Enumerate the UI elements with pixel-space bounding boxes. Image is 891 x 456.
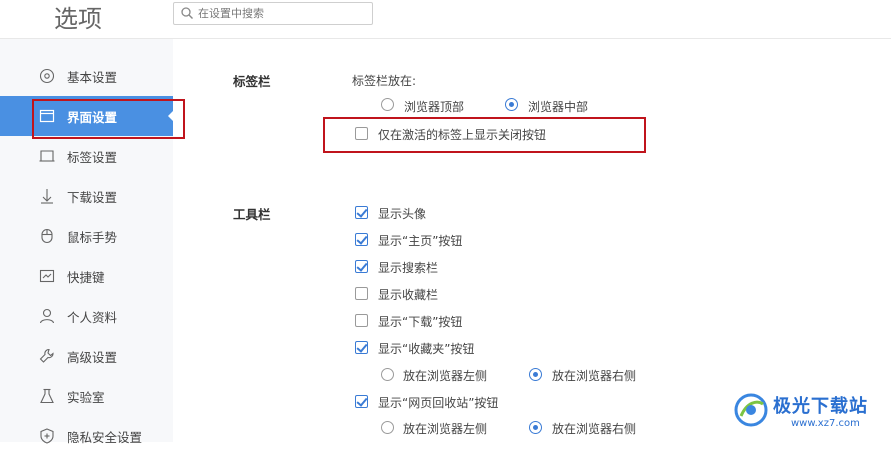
radio-tabbar-top[interactable] (381, 98, 394, 111)
checkbox-show-avatar[interactable] (355, 206, 368, 219)
checkbox-show-bookmarks-bar[interactable] (355, 287, 368, 300)
sidebar-item-label: 鼠标手势 (67, 230, 118, 245)
checkbox-label: 显示头像 (378, 207, 427, 221)
sidebar-item-label: 标签设置 (67, 150, 118, 165)
section-title-toolbar: 工具栏 (233, 207, 271, 222)
checkbox-close-button-active-only[interactable] (355, 127, 368, 140)
radio-favorites-right[interactable] (529, 368, 542, 381)
checkbox-label: 显示搜索栏 (378, 261, 439, 275)
highlight-box-sidebar (32, 99, 185, 139)
checkbox-show-favorites[interactable] (355, 341, 368, 354)
user-icon (39, 308, 55, 324)
aurora-logo-icon (734, 393, 768, 427)
wrench-icon (39, 348, 54, 363)
sidebar-item-label: 个人资料 (67, 310, 118, 325)
radio-label: 放在浏览器右侧 (552, 369, 637, 383)
section-title-tabbar: 标签栏 (233, 74, 271, 89)
sidebar-item-lab[interactable]: 实验室 (0, 376, 173, 416)
sidebar-item-label: 高级设置 (67, 350, 118, 365)
checkbox-label: 显示收藏栏 (378, 288, 439, 302)
shield-plus-icon (40, 428, 54, 444)
sidebar-item-tabs[interactable]: 标签设置 (0, 136, 173, 176)
mouse-icon (41, 228, 53, 244)
sidebar-item-label: 实验室 (67, 390, 105, 405)
circle-settings-icon (39, 68, 55, 84)
search-box[interactable] (173, 2, 373, 25)
watermark-url: www.xz7.com (791, 418, 860, 429)
radio-recycle-left[interactable] (381, 421, 394, 434)
watermark-name: 极光下载站 (773, 396, 868, 417)
checkbox-show-search[interactable] (355, 260, 368, 273)
sidebar-item-advanced[interactable]: 高级设置 (0, 336, 173, 376)
checkbox-label: 显示“下载”按钮 (378, 315, 463, 329)
keyboard-icon (39, 269, 55, 283)
sidebar-item-shortcuts[interactable]: 快捷键 (0, 256, 173, 296)
watermark: 极光下载站 www.xz7.com (733, 388, 888, 438)
radio-label: 浏览器中部 (528, 100, 589, 114)
flask-icon (40, 388, 54, 404)
checkbox-show-recycle-bin[interactable] (355, 395, 368, 408)
sidebar-item-label: 快捷键 (67, 270, 105, 285)
search-icon (181, 7, 193, 19)
tab-icon (39, 150, 55, 162)
sidebar-item-download[interactable]: 下载设置 (0, 176, 173, 216)
download-arrow-icon (41, 189, 53, 204)
radio-label: 放在浏览器左侧 (403, 422, 488, 436)
sidebar-item-profile[interactable]: 个人资料 (0, 296, 173, 336)
radio-tabbar-middle[interactable] (505, 98, 518, 111)
radio-label: 放在浏览器右侧 (552, 422, 637, 436)
radio-label: 放在浏览器左侧 (403, 369, 488, 383)
radio-label: 浏览器顶部 (404, 100, 465, 114)
checkbox-label: 显示“收藏夹”按钮 (378, 342, 475, 356)
radio-favorites-left[interactable] (381, 368, 394, 381)
sidebar-item-label: 隐私安全设置 (67, 430, 143, 445)
sidebar-item-basic[interactable]: 基本设置 (0, 56, 173, 96)
checkbox-label: 显示“网页回收站”按钮 (378, 396, 499, 410)
radio-recycle-right[interactable] (529, 421, 542, 434)
header: 选项 (0, 0, 891, 39)
checkbox-show-home[interactable] (355, 233, 368, 246)
page-title: 选项 (54, 5, 102, 33)
checkbox-show-download[interactable] (355, 314, 368, 327)
sidebar-item-privacy[interactable]: 隐私安全设置 (0, 416, 173, 456)
tabbar-position-label: 标签栏放在: (352, 74, 417, 88)
checkbox-label: 显示“主页”按钮 (378, 234, 463, 248)
sidebar-item-label: 基本设置 (67, 70, 118, 85)
sidebar-item-label: 下载设置 (67, 190, 118, 205)
sidebar-item-mouse[interactable]: 鼠标手势 (0, 216, 173, 256)
checkbox-label: 仅在激活的标签上显示关闭按钮 (378, 128, 547, 142)
search-input[interactable] (198, 4, 366, 22)
